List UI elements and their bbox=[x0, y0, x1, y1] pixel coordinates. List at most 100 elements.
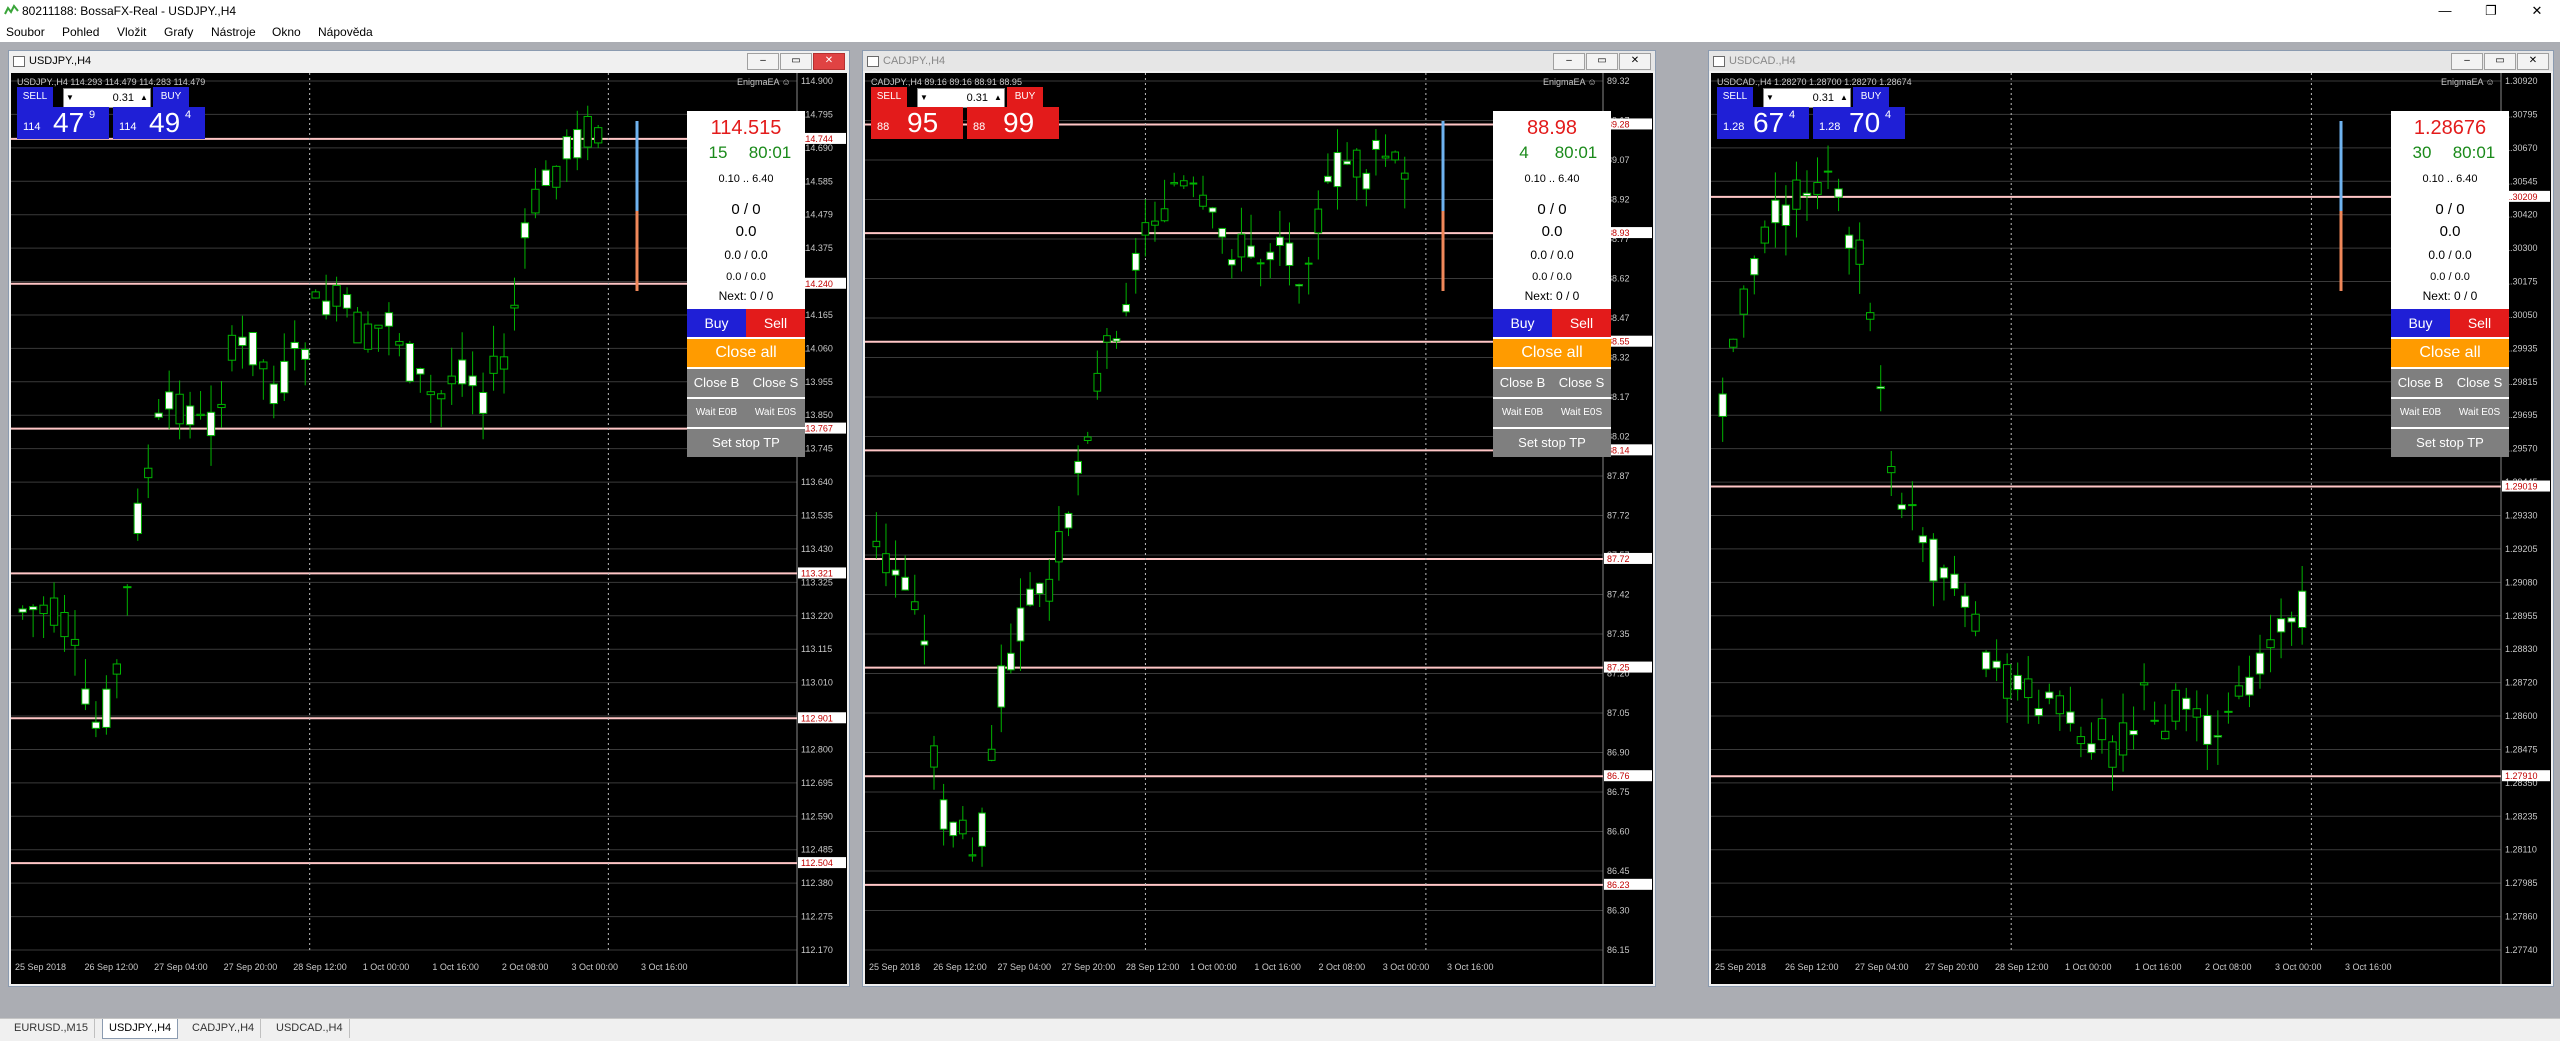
ea-close-sell-button[interactable]: Close S bbox=[2450, 369, 2509, 397]
chart-maximize-button[interactable]: ▭ bbox=[780, 53, 812, 70]
ea-set-stop-tp-button[interactable]: Set stop TP bbox=[1493, 429, 1611, 457]
menu-napoveda[interactable]: Nápověda bbox=[318, 25, 373, 39]
ea-close-all-button[interactable]: Close all bbox=[1493, 339, 1611, 367]
ask-price-fraction: 4 bbox=[185, 109, 192, 121]
ea-buy-button[interactable]: Buy bbox=[2391, 309, 2450, 337]
lot-size-input[interactable]: ▼ 0.31 ▲ bbox=[1763, 88, 1851, 108]
bid-price[interactable]: 88 95 bbox=[871, 107, 963, 139]
lot-increase-button[interactable]: ▲ bbox=[992, 89, 1004, 107]
candle-body bbox=[447, 375, 456, 385]
price-chart[interactable]: 1.30920 1.30795 1.30670 1.30545 1.30420 1.303… bbox=[1711, 73, 2551, 984]
buy-button[interactable]: BUY bbox=[1007, 87, 1043, 107]
ea-wait-eos-button[interactable]: Wait E0S bbox=[1552, 399, 1611, 427]
ea-wait-eob-button[interactable]: Wait E0B bbox=[687, 399, 746, 427]
buy-button[interactable]: BUY bbox=[1853, 87, 1889, 107]
ea-close-buy-button[interactable]: Close B bbox=[687, 369, 746, 397]
ea-next: Next: 0 / 0 bbox=[718, 289, 774, 303]
chart-maximize-button[interactable]: ▭ bbox=[1586, 53, 1618, 70]
ea-close-all-button[interactable]: Close all bbox=[2391, 339, 2509, 367]
menu-okno[interactable]: Okno bbox=[272, 25, 301, 39]
tab-usdcad-h4[interactable]: USDCAD.,H4 bbox=[270, 1019, 350, 1038]
bid-price[interactable]: 114 47 9 bbox=[17, 107, 109, 139]
chart-close-button[interactable]: ✕ bbox=[1619, 53, 1651, 70]
chart-window-usdcad[interactable]: USDCAD.,H4 – ▭ ✕ 1.30920 1.30795 1.30670 1.… bbox=[1708, 50, 2554, 987]
price-chart[interactable]: 114.900 114.795 114.690 114.585 114.479 114.3… bbox=[11, 73, 847, 984]
lot-size-input[interactable]: ▼ 0.31 ▲ bbox=[917, 88, 1005, 108]
chart-window-titlebar[interactable]: USDJPY.,H4 – ▭ ✕ bbox=[9, 51, 849, 71]
lot-increase-button[interactable]: ▲ bbox=[138, 89, 150, 107]
ea-close-sell-button[interactable]: Close S bbox=[1552, 369, 1611, 397]
candle-body bbox=[384, 312, 394, 327]
candle-body bbox=[562, 136, 571, 160]
tab-cadjpy-h4[interactable]: CADJPY.,H4 bbox=[186, 1019, 262, 1038]
candle-body bbox=[1227, 259, 1236, 266]
price-axis-label: 87.35 bbox=[1607, 629, 1630, 639]
ea-set-stop-tp-button[interactable]: Set stop TP bbox=[2391, 429, 2509, 457]
ea-close-buy-button[interactable]: Close B bbox=[2391, 369, 2450, 397]
ea-set-stop-tp-button[interactable]: Set stop TP bbox=[687, 429, 805, 457]
price-axis-label: 112.275 bbox=[801, 912, 833, 922]
tab-eurusd-m15[interactable]: EURUSD.,M15 bbox=[8, 1019, 95, 1038]
ea-sell-button[interactable]: Sell bbox=[746, 309, 805, 337]
ea-close-all-button[interactable]: Close all bbox=[687, 339, 805, 367]
ea-close-buy-button[interactable]: Close B bbox=[1493, 369, 1552, 397]
candle-body bbox=[978, 812, 986, 847]
menu-grafy[interactable]: Grafy bbox=[164, 25, 193, 39]
sell-button[interactable]: SELL bbox=[1717, 87, 1753, 107]
menu-soubor[interactable]: Soubor bbox=[6, 25, 45, 39]
bid-price[interactable]: 1.28 67 4 bbox=[1717, 107, 1809, 139]
chart-minimize-button[interactable]: – bbox=[747, 53, 779, 70]
close-button[interactable]: ✕ bbox=[2514, 0, 2560, 22]
menu-pohled[interactable]: Pohled bbox=[62, 25, 99, 39]
lot-increase-button[interactable]: ▲ bbox=[1838, 89, 1850, 107]
lot-decrease-button[interactable]: ▼ bbox=[918, 89, 930, 107]
lot-decrease-button[interactable]: ▼ bbox=[64, 89, 76, 107]
candle-body bbox=[2055, 695, 2065, 715]
tab-usdjpy-h4[interactable]: USDJPY.,H4 bbox=[102, 1019, 179, 1039]
candle-body bbox=[1256, 262, 1265, 265]
sell-button[interactable]: SELL bbox=[871, 87, 907, 107]
minimize-button[interactable]: — bbox=[2422, 0, 2468, 22]
chart-minimize-button[interactable]: – bbox=[1553, 53, 1585, 70]
chart-window-cadjpy[interactable]: CADJPY.,H4 – ▭ ✕ 89.3289.1789.0788.9288.… bbox=[862, 50, 1656, 987]
ea-close-sell-button[interactable]: Close S bbox=[746, 369, 805, 397]
ea-sell-button[interactable]: Sell bbox=[1552, 309, 1611, 337]
chart-window-usdjpy[interactable]: USDJPY.,H4 – ▭ ✕ 114.900 114.795 114.690 11… bbox=[8, 50, 850, 987]
candle-body bbox=[1324, 175, 1332, 183]
chart-close-button[interactable]: ✕ bbox=[813, 53, 845, 70]
candle-body bbox=[259, 361, 268, 370]
ea-wait-eos-button[interactable]: Wait E0S bbox=[2450, 399, 2509, 427]
lot-size-input[interactable]: ▼ 0.31 ▲ bbox=[63, 88, 151, 108]
chart-close-button[interactable]: ✕ bbox=[2517, 53, 2549, 70]
price-level-label: 86.23 bbox=[1607, 880, 1630, 890]
candle-body bbox=[1760, 226, 1770, 244]
ea-buy-button[interactable]: Buy bbox=[1493, 309, 1552, 337]
candle-body bbox=[112, 663, 122, 675]
ea-wait-eob-button[interactable]: Wait E0B bbox=[1493, 399, 1552, 427]
candle-body bbox=[1285, 242, 1294, 266]
chart-tabs: EURUSD.,M15 USDJPY.,H4 CADJPY.,H4 USDCAD… bbox=[0, 1018, 2560, 1041]
lot-decrease-button[interactable]: ▼ bbox=[1764, 89, 1776, 107]
candle-body bbox=[1189, 182, 1198, 185]
time-axis-label: 3 Oct 16:00 bbox=[1447, 962, 1494, 972]
chart-minimize-button[interactable]: – bbox=[2451, 53, 2483, 70]
buy-button[interactable]: BUY bbox=[153, 87, 189, 107]
menu-vlozit[interactable]: Vložit bbox=[117, 25, 146, 39]
ask-price[interactable]: 114 49 4 bbox=[113, 107, 205, 139]
price-chart[interactable]: 89.3289.1789.0788.9288.7788.6288.4788.32… bbox=[865, 73, 1653, 984]
maximize-button[interactable]: ❐ bbox=[2468, 0, 2514, 22]
ea-sell-button[interactable]: Sell bbox=[2450, 309, 2509, 337]
chart-window-titlebar[interactable]: USDCAD.,H4 – ▭ ✕ bbox=[1709, 51, 2553, 71]
menu-nastroje[interactable]: Nástroje bbox=[211, 25, 256, 39]
candle-body bbox=[1074, 460, 1082, 474]
chart-window-titlebar[interactable]: CADJPY.,H4 – ▭ ✕ bbox=[863, 51, 1655, 71]
chart-icon bbox=[1713, 56, 1725, 67]
ea-buy-button[interactable]: Buy bbox=[687, 309, 746, 337]
ea-buy-sell-profit: 0.0 / 0.0 bbox=[1530, 248, 1574, 262]
ea-wait-eos-button[interactable]: Wait E0S bbox=[746, 399, 805, 427]
ask-price[interactable]: 88 99 bbox=[967, 107, 1059, 139]
sell-button[interactable]: SELL bbox=[17, 87, 53, 107]
ea-wait-eob-button[interactable]: Wait E0B bbox=[2391, 399, 2450, 427]
chart-maximize-button[interactable]: ▭ bbox=[2484, 53, 2516, 70]
ask-price[interactable]: 1.28 70 4 bbox=[1813, 107, 1905, 139]
